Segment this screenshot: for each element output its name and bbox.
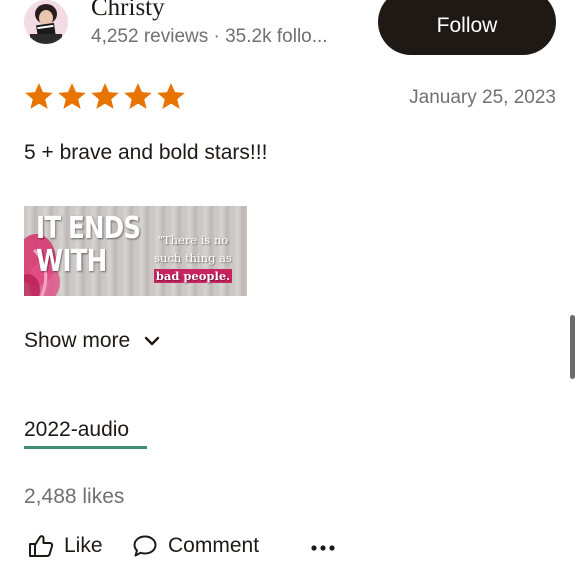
image-quote-line-1: "There is no [157,233,229,247]
star-icon [24,82,54,112]
shelf-tag[interactable]: 2022-audio [24,418,129,442]
thumbs-up-icon [29,535,54,557]
likes-count[interactable]: 2,488 likes [24,485,124,509]
image-title-line-1: IT ENDS [36,211,141,246]
chevron-down-icon [145,336,160,346]
reviewer-name[interactable]: Christy [91,0,165,22]
follow-button[interactable]: Follow [378,0,556,55]
star-icon [123,82,153,112]
review-image[interactable]: IT ENDS WITH "There is no such thing as … [24,206,247,296]
ellipsis-icon [311,545,335,551]
star-icon [156,82,186,112]
avatar[interactable] [24,0,68,44]
comment-label: Comment [168,534,260,557]
image-quote: "There is no such thing as bad people. [150,231,236,285]
avatar-image [24,0,68,44]
like-label: Like [64,534,103,557]
image-title-line-2: WITH [36,244,107,279]
comment-button[interactable]: Comment [132,534,259,558]
review-date[interactable]: January 25, 2023 [409,87,556,109]
shelf-tag-underline [24,446,147,449]
like-button[interactable]: Like [28,534,103,558]
rating-stars [24,82,186,112]
image-quote-line-2: such thing as [154,251,232,265]
comment-bubble-icon [133,535,157,557]
image-title: IT ENDS WITH [36,211,141,279]
review-text: 5 + brave and bold stars!!! [24,141,268,164]
image-quote-highlight: bad people. [153,269,233,283]
more-options-button[interactable] [310,534,336,563]
show-more-button[interactable]: Show more [24,329,160,353]
scrollbar-thumb[interactable] [570,315,575,379]
star-icon [90,82,120,112]
star-icon [57,82,87,112]
reviewer-stats: 4,252 reviews · 35.2k follo... [91,26,328,47]
show-more-label: Show more [24,329,131,352]
